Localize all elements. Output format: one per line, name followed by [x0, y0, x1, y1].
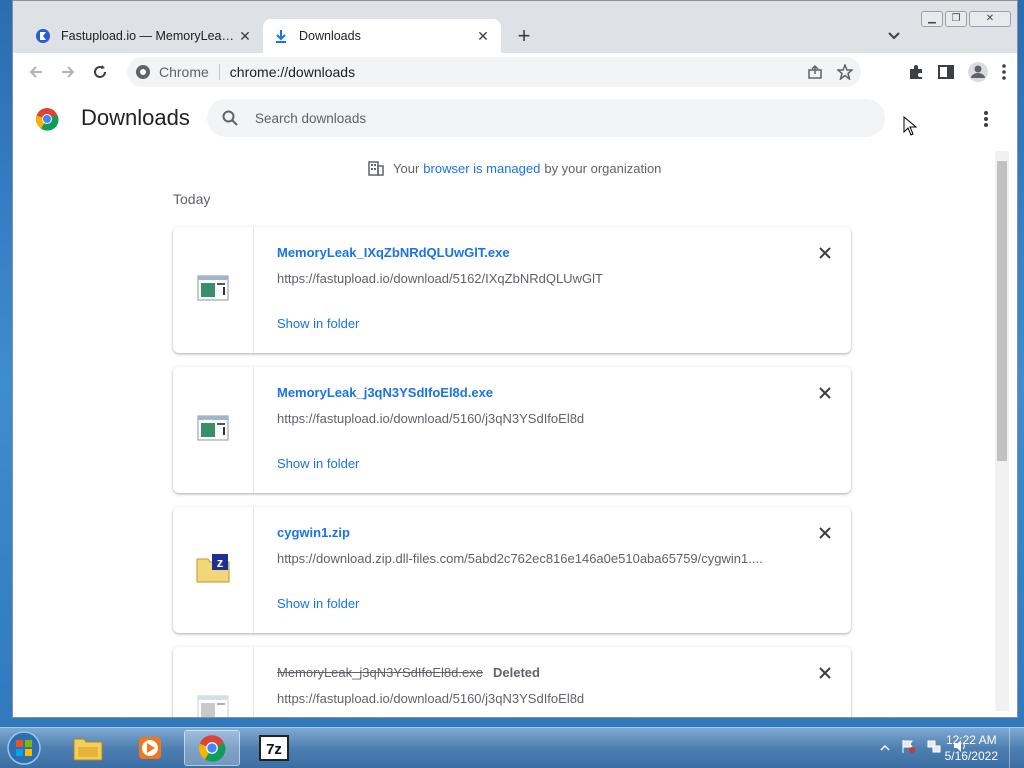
- site-chip: Chrome: [159, 64, 209, 80]
- tab-strip: Fastupload.io — MemoryLeak.exe ✕ Downloa…: [13, 1, 1017, 53]
- download-source-url[interactable]: https://fastupload.io/download/5160/j3qN…: [277, 691, 584, 706]
- remove-download-close-icon[interactable]: [817, 385, 833, 401]
- taskbar-chrome-icon[interactable]: [184, 730, 240, 766]
- managed-link[interactable]: browser is managed: [423, 161, 540, 176]
- svg-text:z: z: [217, 555, 224, 570]
- url-text: chrome://downloads: [229, 64, 356, 80]
- deleted-status: Deleted: [493, 665, 540, 680]
- tab-title: Downloads: [299, 29, 361, 43]
- download-icon: [273, 28, 289, 44]
- downloads-page: Downloads Your browser is managed: [13, 91, 1017, 717]
- clock-date: 5/16/2022: [944, 749, 998, 763]
- browser-window: Fastupload.io — MemoryLeak.exe ✕ Downloa…: [12, 0, 1018, 718]
- search-input[interactable]: [253, 109, 857, 127]
- minimize-button[interactable]: ▁: [921, 11, 943, 27]
- downloads-header: Downloads: [13, 91, 1017, 147]
- search-downloads-box[interactable]: [207, 99, 885, 137]
- download-source-url[interactable]: https://download.zip.dll-files.com/5abd2…: [277, 551, 763, 566]
- extensions-puzzle-icon[interactable]: [907, 63, 925, 86]
- page-title: Downloads: [81, 105, 190, 130]
- show-desktop-button[interactable]: [1009, 728, 1024, 768]
- zip-file-icon: z: [196, 553, 230, 588]
- download-item: MemoryLeak_IXqZbNRdQLUwGlT.exe https://f…: [173, 227, 851, 353]
- tray-expand-chevron-icon[interactable]: [880, 740, 890, 758]
- clock-time: 12:22 AM: [945, 733, 997, 747]
- tab-close-icon[interactable]: ✕: [475, 28, 491, 44]
- taskbar-explorer-folder-icon[interactable]: [60, 730, 116, 766]
- tab-fastupload[interactable]: Fastupload.io — MemoryLeak.exe ✕: [25, 19, 263, 53]
- taskbar-media-player-icon[interactable]: [122, 730, 178, 766]
- profile-avatar-icon[interactable]: [967, 61, 989, 88]
- tab-close-icon[interactable]: ✕: [237, 28, 253, 44]
- taskbar-7zip-icon[interactable]: 7z: [246, 730, 302, 766]
- date-section-label: Today: [173, 191, 211, 207]
- exe-file-icon: [197, 695, 229, 717]
- download-filename-link[interactable]: MemoryLeak_j3qN3YSdIfoEl8d.exe: [277, 385, 493, 400]
- action-center-flag-icon[interactable]: [900, 738, 916, 759]
- bookmark-star-icon[interactable]: [836, 62, 854, 83]
- file-icon-column: [173, 647, 254, 717]
- download-item: z cygwin1.zip https://download.zip.dll-f…: [173, 507, 851, 633]
- taskbar: 7z 12:22 AM 5/16/2022: [0, 727, 1024, 768]
- mouse-cursor-icon: [903, 115, 918, 136]
- show-in-folder-link[interactable]: Show in folder: [277, 316, 359, 331]
- download-filename-link[interactable]: MemoryLeak_IXqZbNRdQLUwGlT.exe: [277, 245, 510, 260]
- fastupload-favicon-icon: [35, 28, 51, 44]
- download-item: MemoryLeak_j3qN3YSdIfoEl8d.exe https://f…: [173, 367, 851, 493]
- svg-text:7z: 7z: [266, 741, 282, 758]
- managed-prefix: Your: [393, 160, 420, 176]
- window-close-button[interactable]: ✕: [969, 11, 1011, 27]
- remove-download-close-icon[interactable]: [817, 525, 833, 541]
- chrome-site-icon: [135, 64, 151, 80]
- network-icon[interactable]: [926, 738, 942, 759]
- building-icon: [367, 159, 385, 177]
- back-arrow-icon[interactable]: [25, 61, 47, 83]
- show-in-folder-link[interactable]: Show in folder: [277, 596, 359, 611]
- page-scrollbar[interactable]: [995, 151, 1009, 711]
- download-source-url[interactable]: https://fastupload.io/download/5162/IXqZ…: [277, 271, 603, 286]
- remove-download-close-icon[interactable]: [817, 245, 833, 261]
- start-button[interactable]: [4, 730, 48, 766]
- forward-arrow-icon[interactable]: [57, 61, 79, 83]
- file-icon-column: [173, 367, 254, 493]
- download-source-url[interactable]: https://fastupload.io/download/5160/j3qN…: [277, 411, 584, 426]
- download-filename-link[interactable]: cygwin1.zip: [277, 525, 350, 540]
- taskbar-clock[interactable]: 12:22 AM 5/16/2022: [945, 732, 998, 764]
- tab-search-chevron-icon[interactable]: [885, 27, 903, 45]
- restore-button[interactable]: ❐: [945, 11, 967, 27]
- managed-notice: Your browser is managed by your organiza…: [367, 159, 661, 177]
- more-actions-icon[interactable]: [983, 109, 989, 129]
- scrollbar-thumb[interactable]: [997, 161, 1007, 461]
- browser-toolbar: Chrome chrome://downloads: [13, 53, 1017, 92]
- managed-suffix: by your organization: [544, 160, 662, 176]
- search-icon: [221, 109, 239, 127]
- download-filename-deleted: MemoryLeak_j3qN3YSdIfoEl8d.exe: [277, 665, 483, 680]
- show-in-folder-link[interactable]: Show in folder: [277, 456, 359, 471]
- reload-icon[interactable]: [89, 61, 111, 83]
- tab-title: Fastupload.io — MemoryLeak.exe: [61, 29, 237, 43]
- downloads-list-area: Your browser is managed by your organiza…: [13, 147, 1017, 717]
- file-icon-column: z: [173, 507, 254, 633]
- exe-file-icon: [197, 415, 229, 446]
- address-bar[interactable]: Chrome chrome://downloads: [127, 57, 861, 87]
- side-panel-icon[interactable]: [937, 63, 955, 86]
- window-controls: ▁ ❐ ✕: [921, 11, 1011, 27]
- new-tab-button[interactable]: +: [513, 25, 535, 47]
- share-icon[interactable]: [807, 64, 823, 83]
- omnibox-divider: [218, 64, 220, 80]
- download-item-deleted: MemoryLeak_j3qN3YSdIfoEl8d.exe Deleted h…: [173, 647, 851, 717]
- remove-download-close-icon[interactable]: [817, 665, 833, 681]
- tab-downloads[interactable]: Downloads ✕: [263, 19, 501, 53]
- chrome-logo-icon: [35, 107, 59, 131]
- browser-menu-icon[interactable]: [1001, 63, 1007, 86]
- file-icon-column: [173, 227, 254, 353]
- exe-file-icon: [197, 275, 229, 306]
